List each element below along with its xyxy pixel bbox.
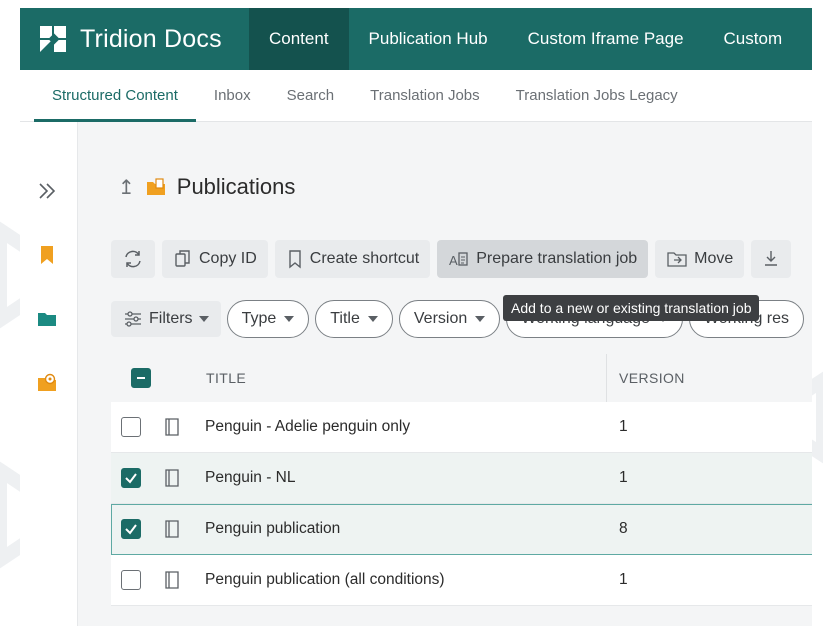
publication-icon [165,571,179,589]
copy-id-icon [175,250,190,267]
refresh-icon [125,250,141,268]
row-version: 1 [619,418,628,435]
gear-folder-icon[interactable] [36,372,58,394]
tab-translation-jobs[interactable]: Translation Jobs [352,70,498,121]
download-button[interactable] [751,240,792,278]
move-label: Move [694,250,734,267]
table-header: TITLE VERSION [111,354,812,402]
tab-translation-jobs-legacy[interactable]: Translation Jobs Legacy [498,70,696,121]
bookmark-outline-icon [289,250,301,269]
chevron-down-icon [198,316,209,322]
move-button[interactable]: Move [655,240,745,278]
row-checkbox[interactable] [121,570,141,590]
filter-chip-version[interactable]: Version [398,300,501,338]
row-version: 8 [619,520,628,537]
copy-id-label: Copy ID [199,250,257,267]
app-window: Tridion Docs Content Publication Hub Cus… [20,8,812,626]
check-icon [125,524,137,535]
create-shortcut-button[interactable]: Create shortcut [274,240,431,278]
topnav-content[interactable]: Content [249,8,349,70]
left-rail [20,122,78,626]
prepare-translation-job-label: Prepare translation job [476,250,638,267]
breadcrumb: ↥ Publications [118,174,295,200]
chevron-down-icon [475,316,486,322]
chip-label: Version [413,310,468,327]
row-checkbox[interactable] [121,519,141,539]
publication-icon [165,469,179,487]
page-title: Publications [176,174,296,199]
tab-search[interactable]: Search [269,70,353,121]
folder-icon[interactable] [36,308,58,330]
row-title: Penguin - NL [205,469,296,486]
filters-button[interactable]: Filters [111,301,221,337]
create-shortcut-label: Create shortcut [309,250,420,267]
topnav-publication-hub[interactable]: Publication Hub [349,8,508,70]
copy-id-button[interactable]: Copy ID [162,240,268,278]
tridion-logo-icon [40,26,66,52]
sliders-icon [125,311,141,327]
svg-text:A: A [449,253,458,268]
publication-folder-icon [146,178,165,195]
refresh-button[interactable] [111,240,155,278]
filter-chip-title[interactable]: Title [315,300,393,338]
check-icon [125,473,137,484]
tab-structured-content[interactable]: Structured Content [34,70,196,122]
select-all-cell [111,368,171,388]
row-title: Penguin publication (all conditions) [205,571,445,588]
row-version: 1 [619,469,628,486]
row-title: Penguin publication [205,520,341,537]
publications-table: TITLE VERSION Penguin - Adelie penguin o… [111,354,812,606]
column-header-version[interactable]: VERSION [607,370,685,386]
row-title: Penguin - Adelie penguin only [205,418,411,435]
filters-label: Filters [149,310,193,327]
topnav-custom-iframe-page[interactable]: Custom Iframe Page [508,8,704,70]
translate-icon: A [449,252,468,268]
row-checkbox[interactable] [121,468,141,488]
table-row[interactable]: Penguin publication (all conditions) 1 [111,555,812,606]
column-header-title[interactable]: TITLE [171,370,606,386]
minus-icon [137,377,145,379]
chip-label: Type [241,310,277,327]
chevron-down-icon [367,316,378,322]
chip-label: Title [330,310,360,327]
download-icon [765,251,778,266]
publication-icon [165,418,179,436]
tooltip: Add to a new or existing translation job [503,295,760,321]
table-row[interactable]: Penguin - NL 1 [111,453,812,504]
top-navigation-bar: Tridion Docs Content Publication Hub Cus… [20,8,812,70]
navigate-up-icon[interactable]: ↥ [118,175,135,200]
prepare-translation-job-button[interactable]: A Prepare translation job [437,240,649,278]
brand-name: Tridion Docs [80,24,222,53]
toolbar: Copy ID Create shortcut A Prepare transl… [111,240,792,278]
row-version: 1 [619,571,628,588]
select-all-checkbox[interactable] [131,368,151,388]
publication-icon [165,520,179,538]
table-row[interactable]: Penguin publication 8 [111,504,812,555]
secondary-tab-bar: Structured Content Inbox Search Translat… [20,70,812,122]
main-content: ↥ Publications Copy ID Create shortcut A… [78,122,812,626]
expand-icon[interactable] [36,180,58,202]
move-icon [667,252,687,267]
brand[interactable]: Tridion Docs [20,8,249,70]
row-checkbox[interactable] [121,417,141,437]
topnav-custom[interactable]: Custom [704,8,803,70]
filter-chip-type[interactable]: Type [226,300,310,338]
chevron-down-icon [284,316,295,322]
bookmark-icon[interactable] [36,244,58,266]
tab-inbox[interactable]: Inbox [196,70,269,121]
table-row[interactable]: Penguin - Adelie penguin only 1 [111,402,812,453]
